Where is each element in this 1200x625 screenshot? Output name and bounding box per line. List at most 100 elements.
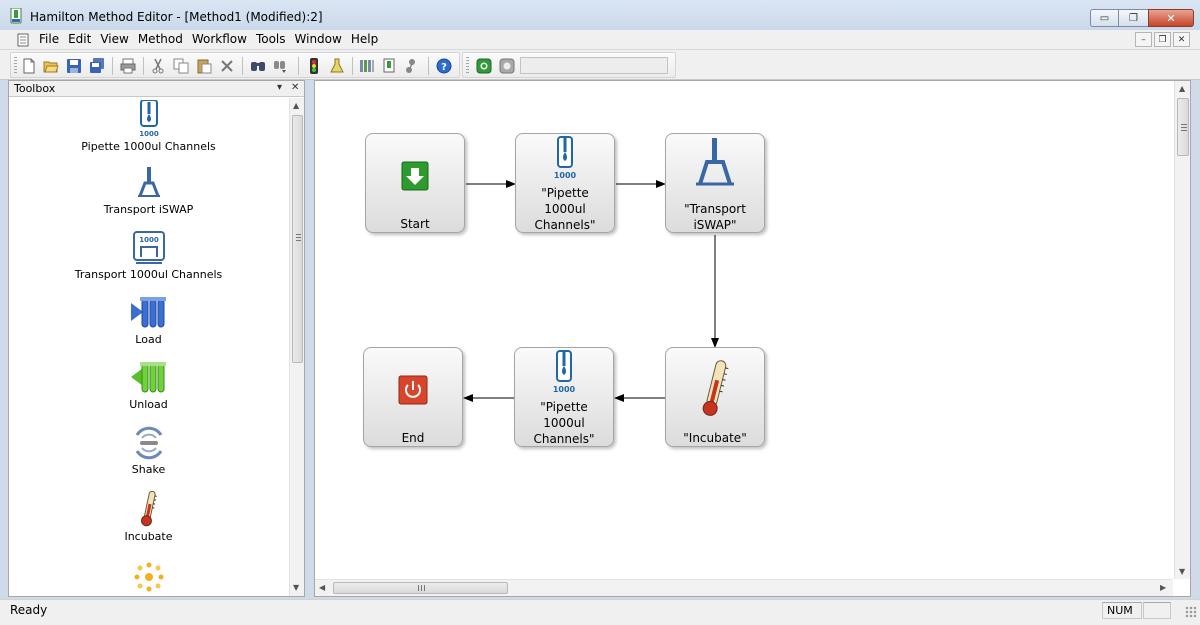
minimize-button[interactable]: ▭: [1090, 9, 1118, 27]
toolbox-item-load[interactable]: Load: [9, 295, 288, 346]
toolbar-grip[interactable]: [466, 57, 469, 75]
scroll-down-icon[interactable]: ▼: [293, 583, 299, 592]
toolbox-item-transport-channels[interactable]: 1000 Transport 1000ul Channels: [9, 230, 288, 281]
node-transport-iswap[interactable]: "Transport iSWAP": [665, 133, 765, 233]
status-toolbar: [462, 52, 676, 78]
status-bar: Ready NUM: [0, 599, 1200, 625]
scroll-up-icon[interactable]: ▲: [1179, 84, 1185, 93]
deck-layout-icon[interactable]: [359, 58, 375, 74]
scroll-down-icon[interactable]: ▼: [1179, 567, 1185, 576]
help-icon[interactable]: ?: [436, 58, 452, 74]
menu-file[interactable]: File: [38, 32, 67, 46]
menu-workflow[interactable]: Workflow: [191, 32, 255, 46]
node-label: "Incubate": [683, 431, 747, 445]
toolbox-item-label: Shake: [131, 463, 166, 476]
find-icon[interactable]: [250, 58, 266, 74]
copy-icon[interactable]: [173, 58, 189, 74]
close-button[interactable]: ✕: [1148, 9, 1194, 27]
sparkle-icon: [134, 562, 163, 592]
toolbox-item-label: Incubate: [124, 530, 173, 543]
canvas-horizontal-scrollbar[interactable]: ◀ ▶: [315, 579, 1173, 596]
scroll-up-icon[interactable]: ▲: [293, 101, 299, 110]
node-pipette-2[interactable]: 1000 "Pipette 1000ul Channels": [514, 347, 614, 447]
menu-tools[interactable]: Tools: [255, 32, 294, 46]
delete-icon[interactable]: [219, 58, 235, 74]
new-document-icon[interactable]: [21, 58, 37, 74]
cut-icon[interactable]: [150, 58, 166, 74]
toolbar-grip[interactable]: [14, 57, 17, 75]
green-status-icon[interactable]: [476, 58, 492, 74]
resize-grip[interactable]: [1185, 606, 1197, 618]
toolbox-pin-button[interactable]: ▾: [277, 82, 282, 93]
node-label: End: [401, 431, 425, 445]
mdi-minimize-button[interactable]: –: [1135, 32, 1152, 47]
run-method-icon[interactable]: [306, 58, 322, 74]
app-icon: [10, 8, 22, 24]
transport-channels-icon: 1000: [132, 231, 165, 264]
standard-toolbar: ?: [10, 52, 460, 78]
menu-bar: File Edit View Method Workflow Tools Win…: [0, 30, 1200, 50]
node-start[interactable]: Start: [365, 133, 465, 233]
transport-volume-label: 1000: [139, 236, 159, 244]
mdi-close-button[interactable]: ✕: [1173, 32, 1190, 47]
toolbar-separator: [143, 57, 144, 75]
print-icon[interactable]: [120, 58, 136, 74]
toolbox-item-shake[interactable]: Shake: [9, 425, 288, 476]
toolbar-separator: [298, 57, 299, 75]
document-menu-icon[interactable]: [16, 33, 30, 47]
toolbox-item-transport-iswap[interactable]: Transport iSWAP: [9, 165, 288, 216]
node-end[interactable]: End: [363, 347, 463, 447]
menu-window[interactable]: Window: [294, 32, 350, 46]
toolbox-item-partial[interactable]: [9, 560, 288, 596]
toolbox-title: Toolbox: [14, 82, 56, 95]
toolbar: ?: [0, 50, 1200, 80]
window-title: Hamilton Method Editor - [Method1 (Modif…: [30, 10, 323, 24]
save-icon[interactable]: [66, 58, 82, 74]
status-text: Ready: [10, 603, 48, 617]
toolbox-item-label: Pipette 1000ul Channels: [81, 140, 216, 153]
workflow-editor: Start 1000 "Pipette 1000ul Channels" "Tr…: [314, 80, 1191, 597]
thermometer-icon: [140, 490, 157, 527]
scroll-right-icon[interactable]: ▶: [1160, 583, 1166, 592]
open-folder-icon[interactable]: [43, 58, 59, 74]
menu-help[interactable]: Help: [350, 32, 386, 46]
scroll-left-icon[interactable]: ◀: [319, 583, 325, 592]
pipette-channels-icon: 1000: [554, 136, 577, 180]
toolbox-close-button[interactable]: ✕: [291, 82, 299, 93]
maximize-button[interactable]: ❐: [1118, 9, 1148, 27]
flask-icon[interactable]: [329, 58, 345, 74]
toolbar-separator: [242, 57, 243, 75]
iswap-gripper-icon: [137, 167, 160, 197]
toolbox-scroll-thumb[interactable]: [292, 115, 303, 363]
load-icon: [130, 297, 166, 328]
node-incubate[interactable]: "Incubate": [665, 347, 765, 447]
menu-edit[interactable]: Edit: [67, 32, 99, 46]
toolbox-item-incubate[interactable]: Incubate: [9, 490, 288, 543]
menu-items: File Edit View Method Workflow Tools Win…: [38, 32, 386, 46]
workflow-canvas[interactable]: Start 1000 "Pipette 1000ul Channels" "Tr…: [315, 81, 1173, 579]
toolbox-item-label: Load: [135, 333, 162, 346]
canvas-vscroll-thumb[interactable]: [1177, 98, 1189, 156]
title-bar: Hamilton Method Editor - [Method1 (Modif…: [0, 0, 1200, 32]
paste-icon[interactable]: [196, 58, 212, 74]
menu-method[interactable]: Method: [137, 32, 191, 46]
gray-status-icon[interactable]: [499, 58, 515, 74]
replace-icon[interactable]: [273, 58, 289, 74]
liquid-class-icon[interactable]: [404, 58, 420, 74]
toolbox-item-pipette[interactable]: 1000 Pipette 1000ul Channels: [9, 100, 288, 153]
node-pipette-1[interactable]: 1000 "Pipette 1000ul Channels": [515, 133, 615, 233]
save-all-icon[interactable]: [89, 58, 105, 74]
toolbox-header: Toolbox ▾ ✕: [9, 81, 304, 97]
mdi-controls: – ❐ ✕: [1135, 32, 1190, 47]
node-label: "Pipette 1000ul Channels": [533, 400, 595, 446]
tip-icon[interactable]: [381, 58, 397, 74]
canvas-hscroll-thumb[interactable]: [333, 582, 508, 594]
progress-field: [520, 57, 668, 74]
menu-view[interactable]: View: [99, 32, 136, 46]
scroll-grip: [1181, 124, 1187, 131]
toolbox-item-unload[interactable]: Unload: [9, 360, 288, 411]
toolbox-scrollbar[interactable]: ▲ ▼: [289, 98, 304, 596]
node-label: "Transport iSWAP": [684, 202, 746, 232]
canvas-vertical-scrollbar[interactable]: ▲ ▼: [1174, 81, 1190, 579]
mdi-restore-button[interactable]: ❐: [1154, 32, 1171, 47]
